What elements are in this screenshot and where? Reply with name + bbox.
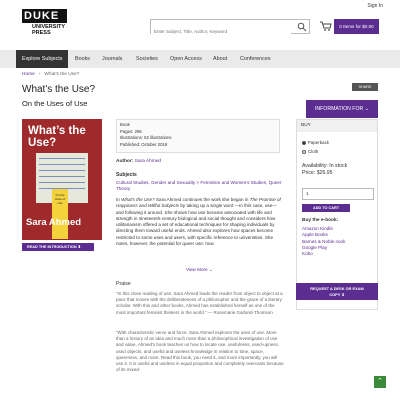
logo-press: UNIVERSITY PRESS (32, 24, 65, 36)
search-input[interactable] (151, 25, 291, 38)
nav-societies[interactable]: Societies (136, 50, 158, 68)
radio-icon (302, 149, 306, 154)
detail-illustrations: Illustrations: 52 illustrations (120, 135, 172, 141)
author-line: Author: Sara Ahmed (116, 159, 161, 164)
praise-quote: “In this close reading of use, Sara Ahme… (116, 291, 283, 315)
view-more-link[interactable]: View More ⌄ (186, 267, 213, 273)
back-to-top-button[interactable]: ⌃ (374, 376, 386, 388)
chevron-up-icon: ⌃ (377, 378, 383, 385)
desc-title: Willful Subjects (147, 203, 180, 209)
price-text: Price: $26.95 (302, 170, 333, 176)
desc-part: Sara Ahmed continues the work she began … (154, 197, 250, 202)
cart-button[interactable]: 0 Items for $0.00 (334, 19, 379, 34)
cover-author: Sara Ahmed (26, 217, 82, 228)
breadcrumb-separator: › (38, 72, 41, 77)
detail-pages: Pages: 296 (120, 128, 142, 134)
main-nav: Explore Subjects Books Journals Societie… (0, 50, 400, 118)
subject-links[interactable]: Cultural Studies, Gender and Sexuality >… (116, 180, 284, 192)
breadcrumb-home[interactable]: Home (22, 72, 35, 77)
buy-heading: BUY (297, 120, 377, 132)
breadcrumb: Home › What's the Use? (22, 72, 83, 77)
radio-selected-icon (302, 140, 306, 145)
book-details: Book Pages: 296 Illustrations: 52 illust… (116, 119, 280, 153)
format-cloth-radio[interactable]: Cloth (302, 149, 318, 154)
share-button[interactable]: SHARE (352, 83, 378, 91)
ebook-heading: Buy the e-book: (302, 218, 339, 223)
author-label: Author: (116, 159, 134, 164)
search-icon[interactable] (297, 22, 307, 32)
ebook-links: Amazon Kindle Apple Books Barnes & Noble… (302, 226, 345, 257)
exam-copy-button[interactable]: REQUEST A DESK OR EXAM COPY ⬇ (296, 283, 378, 300)
nav-conferences[interactable]: Conferences (240, 50, 271, 68)
quantity-input[interactable]: 1 (302, 188, 374, 200)
book-description: In What's the Use? Sara Ahmed continues … (116, 197, 284, 263)
nav-explore-subjects[interactable]: Explore Subjects (16, 50, 69, 68)
desc-part: by taking up a single word —in this case… (116, 203, 277, 247)
cover-subtitle: On the Uses of Use (54, 193, 66, 205)
praise-quote: “With characteristic verve and force, Sa… (116, 330, 284, 373)
praise-heading: Praise (116, 281, 131, 287)
exam-copy-label: COPY ⬇ (329, 291, 345, 297)
detail-published: Published: October 2019 (120, 141, 168, 147)
search-box (150, 19, 310, 38)
cover-yellow-band: On the Uses of Use (52, 189, 68, 239)
buy-panel: BUY Paperback Cloth Availability: In sto… (296, 119, 378, 310)
sign-in-link[interactable]: Sign In (367, 3, 383, 9)
duke-press-logo[interactable]: DUKE UNIVERSITY PRESS (22, 9, 67, 42)
format-label: Paperback (308, 140, 329, 145)
ebook-link-nook[interactable]: Barnes & Noble nook (302, 239, 345, 245)
desc-title: What's the Use? (121, 197, 155, 202)
subjects-heading: Subjects (116, 172, 137, 178)
read-introduction-button[interactable]: READ THE INTRODUCTION ⬇ (22, 243, 94, 251)
cover-title: What’s the Use? (28, 125, 86, 149)
desc-part: and (137, 203, 148, 209)
format-paperback-radio[interactable]: Paperback (302, 140, 329, 145)
ebook-link-kobo[interactable]: Kobo (302, 251, 345, 257)
author-link[interactable]: Sara Ahmed (135, 159, 161, 164)
nav-books[interactable]: Books (75, 50, 90, 68)
logo-duke: DUKE (22, 9, 67, 23)
logo-press-word: PRESS (32, 30, 51, 36)
page-subtitle: On the Uses of Use (22, 99, 88, 108)
page-title: What's the Use? (22, 84, 96, 95)
top-bar: DUKE UNIVERSITY PRESS Sign In 0 Items fo… (0, 0, 400, 50)
availability-text: Availability: In stock (302, 163, 348, 169)
information-for-menu[interactable]: INFORMATION FOR ⌄ (306, 100, 378, 118)
nav-journals[interactable]: Journals (102, 50, 122, 68)
availability-info: Availability: In stock Price: $26.95 (302, 163, 347, 177)
breadcrumb-current: What's the Use? (44, 72, 80, 77)
detail-format: Book (120, 122, 130, 127)
nav-open-access[interactable]: Open Access (170, 50, 202, 68)
nav-about[interactable]: About (213, 50, 227, 68)
cart-icon[interactable] (320, 21, 332, 31)
book-cover[interactable]: What’s the Use? On the Uses of Use Sara … (22, 119, 102, 240)
format-label: Cloth (308, 149, 319, 154)
add-to-cart-button[interactable]: ADD TO CART (302, 204, 350, 212)
